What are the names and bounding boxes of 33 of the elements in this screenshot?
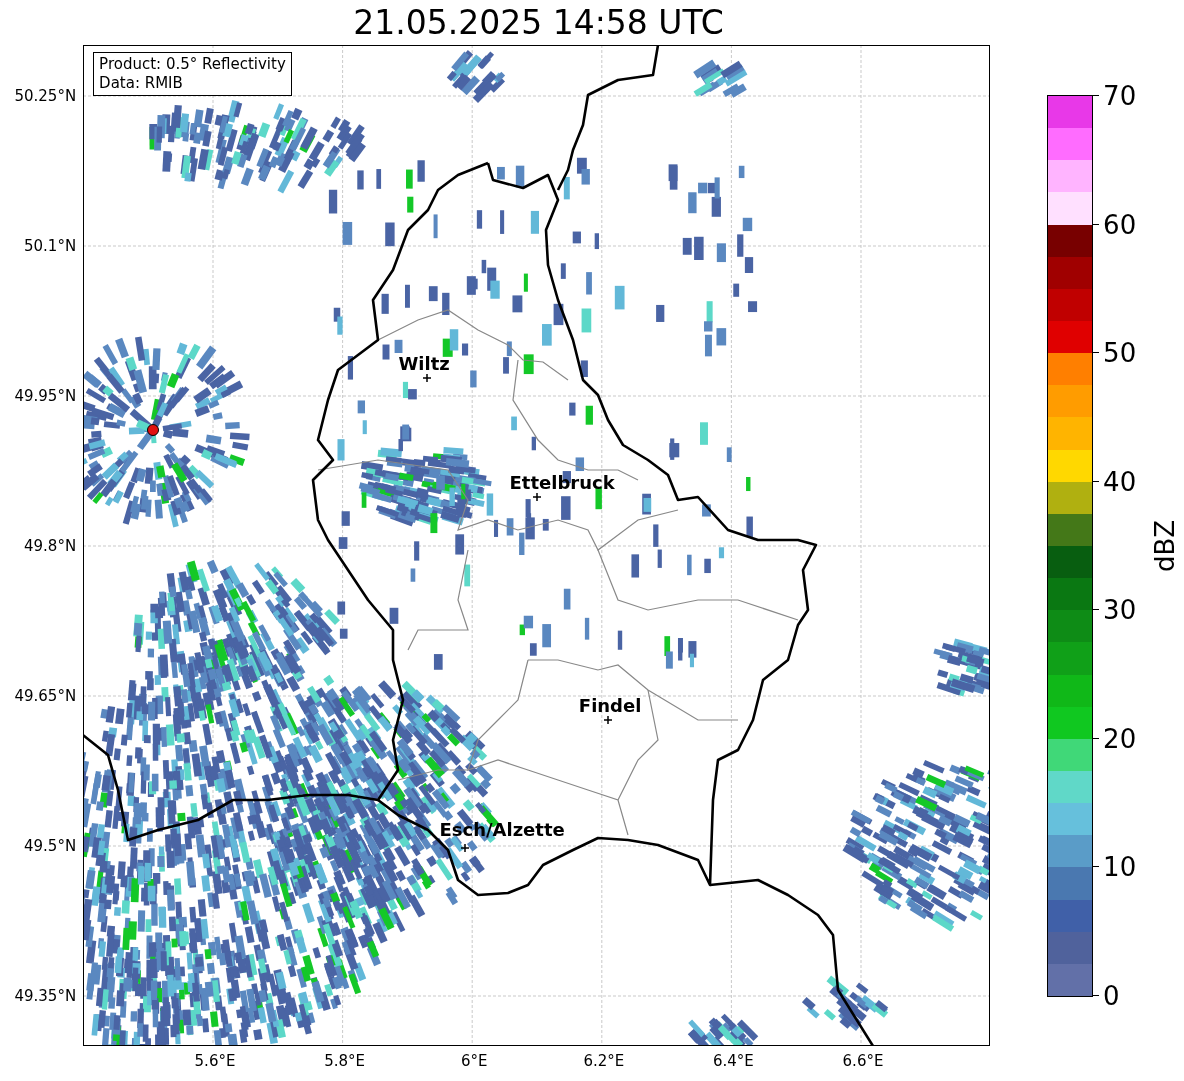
city-marker-icon — [460, 843, 470, 853]
info-text: Product: 0.5° Reflectivity — [99, 55, 286, 74]
colorbar-tick-label: 50 — [1093, 337, 1137, 370]
longitude-label: 6°E — [460, 1052, 488, 1070]
colorbar-tick-label: 30 — [1093, 594, 1137, 627]
city-marker-icon — [532, 492, 542, 502]
colorbar-tick-label: 10 — [1093, 851, 1137, 884]
longitude-label: 5.6°E — [194, 1052, 236, 1070]
colorbar-label: dBZ — [1150, 519, 1181, 573]
longitude-label: 6.4°E — [712, 1052, 754, 1070]
latitude-label: 49.65°N — [14, 687, 77, 705]
city-label: Ettelbruck — [509, 472, 615, 494]
city-label: Findel — [578, 695, 642, 717]
colorbar-tick-label: 0 — [1093, 980, 1120, 1012]
longitude-label: 5.8°E — [324, 1052, 365, 1070]
radar-site-icon — [147, 424, 160, 436]
colorbar-tick-label: 60 — [1093, 208, 1137, 241]
info-text: Data: RMIB — [99, 74, 184, 93]
colorbar-tick-label: 40 — [1093, 465, 1137, 498]
latitude-label: 49.5°N — [24, 837, 77, 855]
city-marker-icon — [422, 373, 432, 383]
latitude-label: 49.35°N — [14, 987, 77, 1005]
latitude-label: 50.25°N — [14, 87, 77, 105]
colorbar-tick-label: 20 — [1093, 722, 1137, 755]
latitude-label: 49.95°N — [14, 387, 77, 405]
latitude-label: 49.8°N — [24, 537, 77, 555]
longitude-label: 6.2°E — [583, 1052, 625, 1070]
city-marker-icon — [603, 715, 613, 725]
city-label: Wiltz — [398, 353, 450, 375]
latitude-label: 50.1°N — [24, 237, 77, 255]
colorbar-tick-label: 70 — [1093, 80, 1137, 112]
longitude-label: 6.6°E — [842, 1052, 884, 1070]
chart-title: 21.05.2025 14:58 UTC — [353, 2, 724, 44]
